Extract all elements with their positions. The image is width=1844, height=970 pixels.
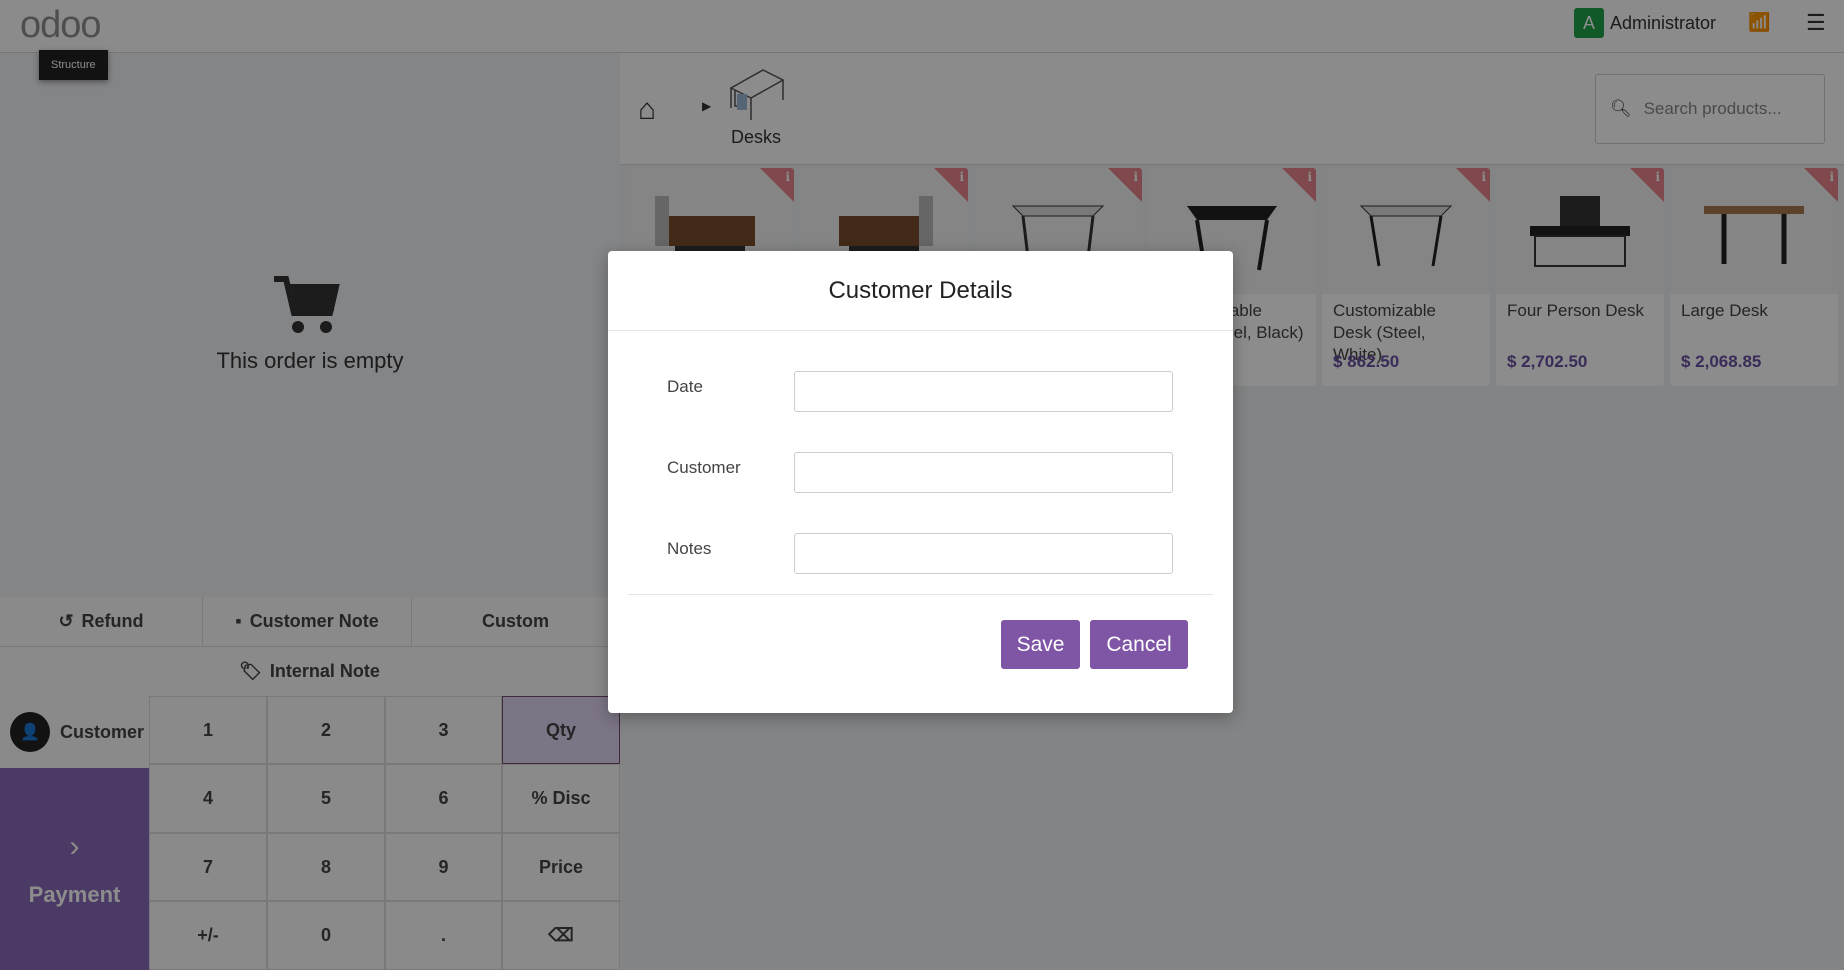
customer-row: Customer [667,452,1173,493]
dialog-title: Customer Details [608,251,1233,331]
date-field[interactable] [794,371,1173,412]
save-button[interactable]: Save [1001,620,1080,669]
customer-details-dialog: Customer Details Date Customer Notes Sav… [608,251,1233,713]
cancel-button[interactable]: Cancel [1090,620,1188,669]
notes-field[interactable] [794,533,1173,574]
customer-field[interactable] [794,452,1173,493]
notes-row: Notes [667,533,1173,574]
footer-divider [628,594,1213,595]
date-row: Date [667,371,1173,412]
